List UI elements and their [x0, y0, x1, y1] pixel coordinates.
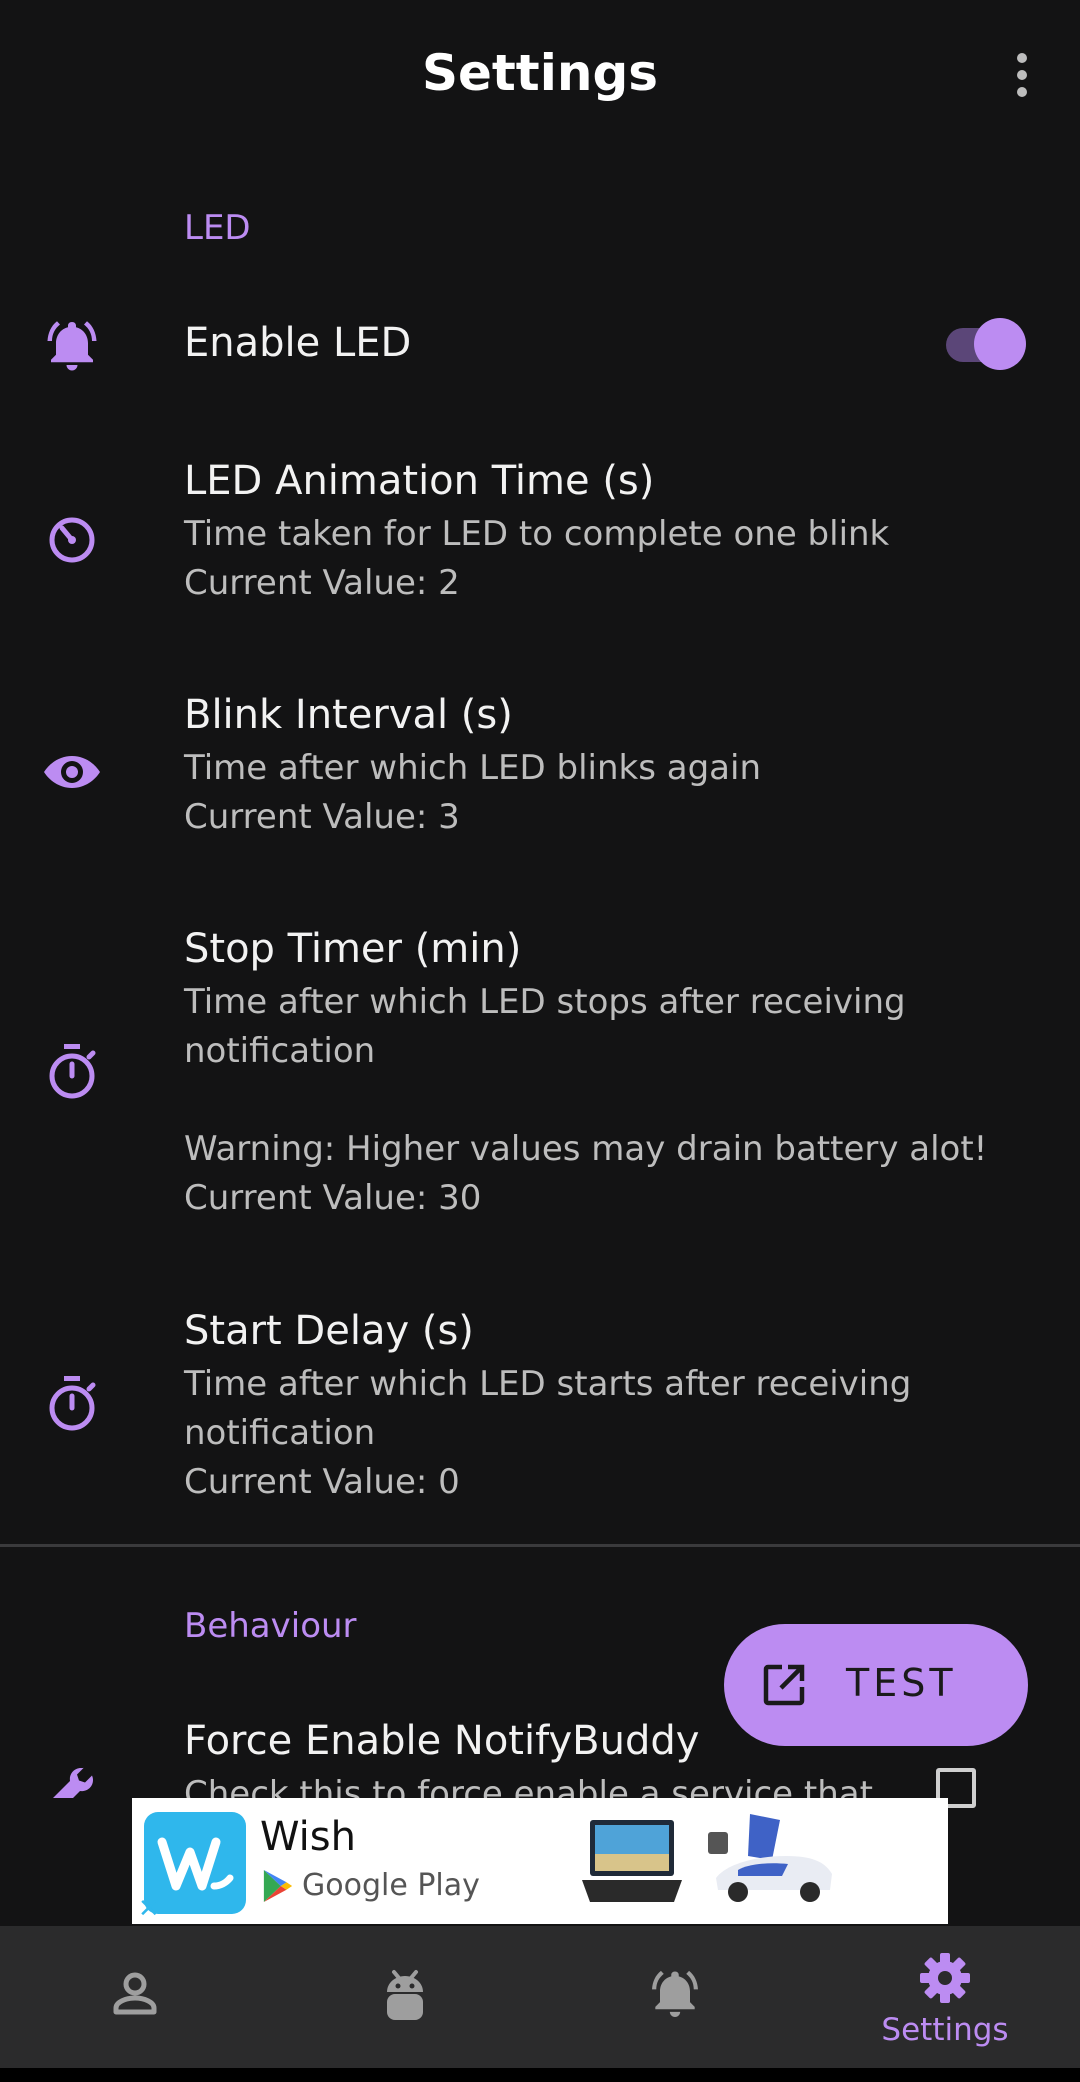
- bottom-navigation: Settings: [0, 1926, 1080, 2068]
- setting-title: Start Delay (s): [184, 1308, 474, 1354]
- setting-blink-interval[interactable]: Blink Interval (s) Time after which LED …: [0, 684, 1080, 854]
- setting-warning: Warning: Higher values may drain battery…: [184, 1129, 988, 1169]
- ad-store-label: Google Play: [302, 1868, 480, 1903]
- setting-title: Blink Interval (s): [184, 692, 513, 738]
- setting-title: Stop Timer (min): [184, 926, 522, 972]
- nav-item-apps[interactable]: [270, 1926, 540, 2068]
- timer-icon: [40, 1372, 104, 1436]
- switch-thumb: [974, 318, 1026, 370]
- setting-start-delay[interactable]: Start Delay (s) Time after which LED sta…: [0, 1300, 1080, 1520]
- eye-icon: [40, 740, 104, 804]
- setting-current-value: Current Value: 2: [184, 563, 460, 603]
- timelapse-icon: [40, 508, 104, 572]
- setting-title: LED Animation Time (s): [184, 458, 655, 504]
- setting-led-animation-time[interactable]: LED Animation Time (s) Time taken for LE…: [0, 450, 1080, 620]
- wrench-icon: [40, 1760, 104, 1798]
- setting-title: Force Enable NotifyBuddy: [184, 1718, 700, 1764]
- setting-description-cont: notification: [184, 1413, 376, 1453]
- setting-title: Enable LED: [184, 320, 412, 366]
- laptop-image: [580, 1814, 684, 1910]
- setting-current-value: Current Value: 0: [184, 1462, 460, 1502]
- nav-item-profile[interactable]: [0, 1926, 270, 2068]
- section-header-behaviour: Behaviour: [184, 1606, 357, 1646]
- notifications-active-icon: [40, 314, 104, 378]
- setting-description: Time after which LED blinks again: [184, 748, 762, 788]
- settings-gear-icon: [920, 1953, 970, 2003]
- ad-banner[interactable]: Wish Google Play ✕: [132, 1798, 948, 1924]
- setting-description: Time after which LED starts after receiv…: [184, 1364, 912, 1404]
- test-fab-button[interactable]: TEST: [724, 1624, 1028, 1746]
- setting-description: Check this to force enable a service tha…: [184, 1774, 873, 1798]
- nav-item-settings[interactable]: Settings: [810, 1926, 1080, 2068]
- page-title: Settings: [421, 44, 658, 102]
- setting-description: Time taken for LED to complete one blink: [184, 514, 890, 554]
- ad-close-icon[interactable]: ✕: [138, 1894, 160, 1924]
- toy-car-image: [698, 1808, 838, 1918]
- top-app-bar: Settings: [0, 0, 1080, 150]
- google-play-icon: [263, 1870, 293, 1902]
- setting-description: Time after which LED stops after receivi…: [184, 982, 906, 1022]
- setting-stop-timer[interactable]: Stop Timer (min) Time after which LED st…: [0, 918, 1080, 1218]
- section-divider: [0, 1544, 1080, 1547]
- more-vert-icon[interactable]: [1000, 50, 1044, 100]
- setting-enable-led[interactable]: Enable LED: [0, 300, 1080, 390]
- nav-label-settings: Settings: [881, 2012, 1009, 2048]
- setting-current-value: Current Value: 30: [184, 1178, 482, 1218]
- setting-description-cont: notification: [184, 1031, 376, 1071]
- timer-icon: [40, 1040, 104, 1104]
- open-in-new-icon: [760, 1661, 808, 1709]
- notifications-active-icon: [652, 1970, 698, 2017]
- nav-item-notifications[interactable]: [540, 1926, 810, 2068]
- screen-bottom-edge: [0, 2068, 1080, 2082]
- setting-current-value: Current Value: 3: [184, 797, 460, 837]
- person-icon: [113, 1972, 157, 2015]
- enable-led-switch[interactable]: [946, 318, 1030, 370]
- android-icon: [387, 1970, 423, 2020]
- section-header-led: LED: [184, 208, 251, 248]
- fab-label: TEST: [846, 1661, 957, 1705]
- ad-brand-name: Wish: [260, 1814, 356, 1860]
